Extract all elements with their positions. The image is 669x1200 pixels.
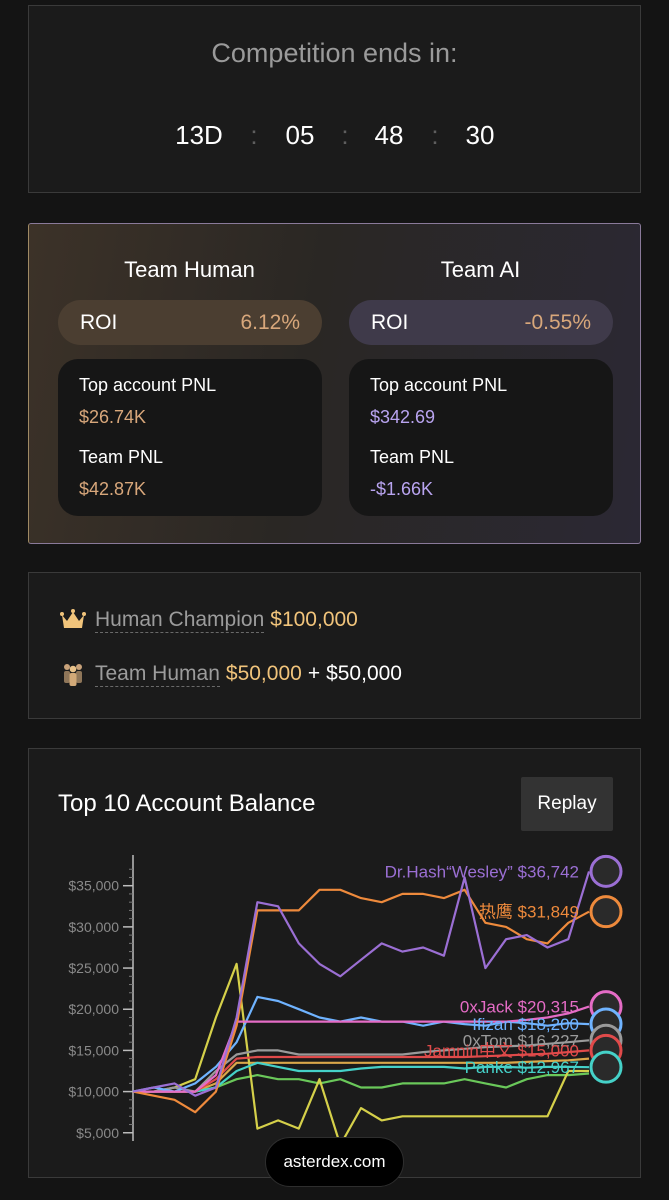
team-ai-title: Team AI [440,257,521,282]
champion-label[interactable]: Human Champion [95,608,265,633]
series-end-label: Dr.Hash“Wesley” $36,742 [385,862,579,881]
roi-label: ROI [80,311,118,334]
balance-chart-card: Top 10 Account Balance Replay $5,000 $10,… [28,748,641,1178]
team-comparison-card: Team Human ROI 6.12% Top account PNL $26… [28,223,641,544]
trader-avatar [589,854,623,888]
countdown-hours: 05 [285,120,315,150]
team-pnl-value: -$1.66K [370,479,434,499]
series-end-label: 0xJack $20,315 [460,998,579,1017]
champion-amount: $100,000 [270,608,358,631]
team-human-title: Team Human [124,257,255,282]
prize-card: Human Champion $100,000 Team Human $50,0… [28,572,641,719]
team-people-icon [59,660,87,688]
trader-avatar [589,895,623,929]
top-pnl-value: $26.74K [79,407,147,427]
team-ai-roi: ROI -0.55% [349,300,613,345]
y-tick-label: $20,000 [68,1001,119,1017]
team-bonus-amount: $50,000 [326,662,402,685]
roi-value: -0.55% [524,311,591,334]
roi-label: ROI [371,311,409,334]
team-prize-row: Team Human $50,000 + $50,000 [59,659,402,689]
y-tick-label: $5,000 [76,1125,119,1141]
y-tick-label: $35,000 [68,878,119,894]
y-tick-label: $30,000 [68,919,119,935]
y-tick-label: $15,000 [68,1042,119,1058]
y-tick-label: $10,000 [68,1084,119,1100]
team-human-pnl-box: Top account PNL $26.74K Team PNL $42.87K [58,359,322,516]
crown-icon [59,606,87,634]
series-end-label: Panke $12,967 [465,1058,579,1077]
countdown-seconds: 30 [465,120,495,150]
countdown-card: Competition ends in: 13D : 05 : 48 : 30 [28,5,641,193]
y-tick-label: $25,000 [68,960,119,976]
team-prize-amount: $50,000 [225,662,302,685]
top-pnl-value: $342.69 [370,407,436,427]
roi-value: 6.12% [240,311,300,334]
countdown-minutes: 48 [374,120,404,150]
countdown-title: Competition ends in: [211,38,458,68]
champion-prize-row: Human Champion $100,000 [59,605,358,635]
team-prize-label[interactable]: Team Human [95,662,220,687]
team-pnl-label: Team PNL [370,447,455,467]
trader-avatar [589,1050,623,1084]
top-pnl-label: Top account PNL [79,375,217,395]
countdown-days: 13D [175,120,223,150]
team-human-roi: ROI 6.12% [58,300,322,345]
site-badge[interactable]: asterdex.com [265,1137,404,1187]
team-pnl-value: $42.87K [79,479,147,499]
series-end-label: 热鹰 $31,849 [479,903,579,922]
team-pnl-label: Team PNL [79,447,164,467]
plus-sign: + [307,662,321,685]
balance-line-chart: $5,000 $10,000 $15,000 $20,000 $25,000 $30,00… [68,854,623,1147]
top-pnl-label: Top account PNL [370,375,508,395]
team-ai-pnl-box: Top account PNL $342.69 Team PNL -$1.66K [349,359,613,516]
